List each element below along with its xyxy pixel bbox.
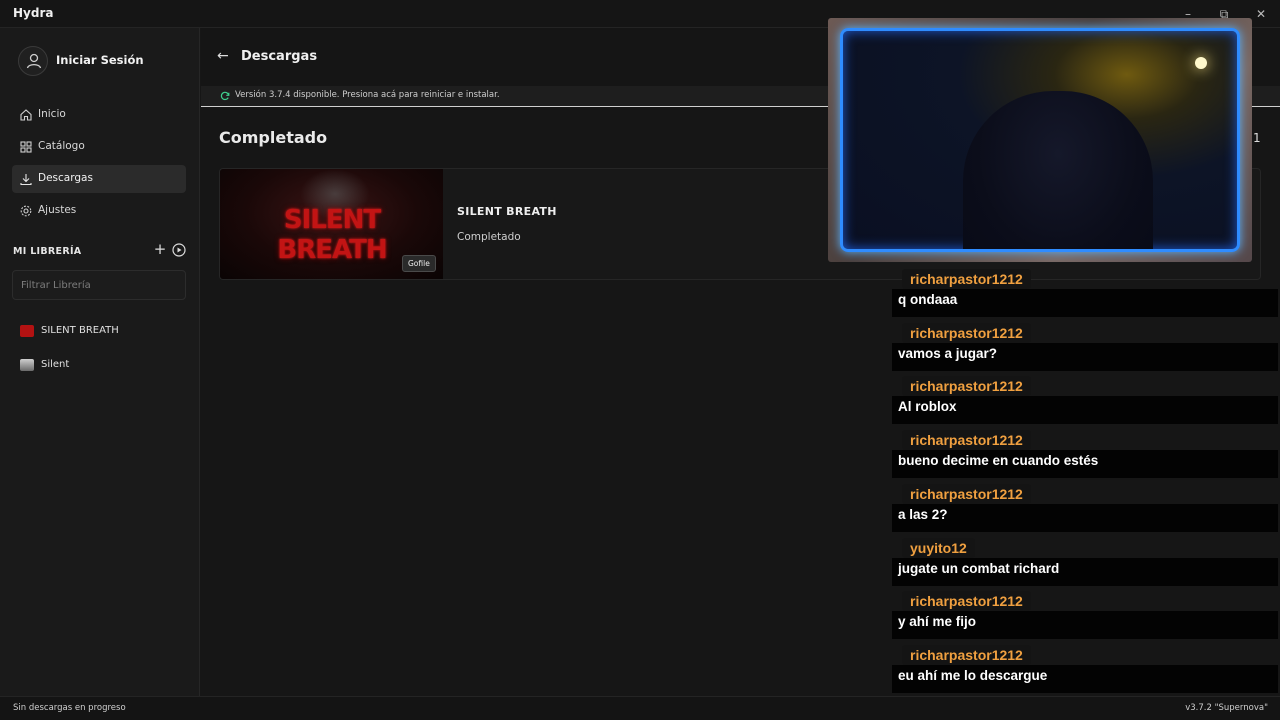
chat-message: richarpastor1212 eu ahí me lo descargue <box>892 645 1280 693</box>
library-item-label: SILENT BREATH <box>41 325 119 336</box>
chat-text: a las 2? <box>898 507 948 522</box>
webcam-overlay <box>828 18 1252 262</box>
chat-username: richarpastor1212 <box>902 430 1031 450</box>
sync-icon <box>220 91 230 101</box>
chat-text: Al roblox <box>898 399 957 414</box>
chat-username: richarpastor1212 <box>902 323 1031 343</box>
chat-username: richarpastor1212 <box>902 645 1031 665</box>
library-item-label: Silent <box>41 359 70 370</box>
chat-username: richarpastor1212 <box>902 591 1031 611</box>
chat-username: richarpastor1212 <box>902 269 1031 289</box>
nav-label: Ajustes <box>38 204 77 216</box>
download-status: Completado <box>457 231 521 243</box>
gear-icon <box>20 205 32 217</box>
chat-message: yuyito12 jugate un combat richard <box>892 538 1280 586</box>
home-icon <box>20 109 32 121</box>
chat-message: richarpastor1212 vamos a jugar? <box>892 323 1280 371</box>
chat-text: eu ahí me lo descargue <box>898 668 1048 683</box>
grid-icon <box>20 141 32 153</box>
library-filter-input[interactable] <box>12 270 186 300</box>
chat-username: richarpastor1212 <box>902 484 1031 504</box>
library-item-silent-breath[interactable]: SILENT BREATH <box>18 322 188 342</box>
status-bar: Sin descargas en progreso v3.7.2 "Supern… <box>0 696 1280 720</box>
sign-in-button[interactable]: Iniciar Sesión <box>16 46 186 76</box>
avatar <box>18 46 48 76</box>
nav-item-ajustes[interactable]: Ajustes <box>12 197 186 225</box>
webcam-lamp <box>1195 57 1207 69</box>
sidebar: Iniciar Sesión Inicio Catálogo Descargas… <box>0 28 200 696</box>
game-thumbnail <box>20 359 34 371</box>
section-title: Completado <box>219 128 328 147</box>
nav-label: Catálogo <box>38 140 85 152</box>
chat-text: vamos a jugar? <box>898 346 998 361</box>
chat-text: q ondaaa <box>898 292 958 307</box>
chat-message: richarpastor1212 q ondaaa <box>892 269 1280 317</box>
nav-label: Descargas <box>38 172 93 184</box>
chat-username: richarpastor1212 <box>902 376 1031 396</box>
add-game-button[interactable]: + <box>152 241 168 257</box>
chat-message: richarpastor1212 y ahí me fijo <box>892 591 1280 639</box>
chat-message-background <box>892 504 1278 532</box>
game-cover: SILENT BREATH Gofile <box>220 169 443 279</box>
source-badge: Gofile <box>402 255 436 272</box>
nav-item-inicio[interactable]: Inicio <box>12 101 186 129</box>
sign-in-label: Iniciar Sesión <box>56 53 144 67</box>
chat-message: richarpastor1212 Al roblox <box>892 376 1280 424</box>
back-arrow-icon[interactable]: ← <box>217 48 233 64</box>
library-item-silent[interactable]: Silent <box>18 356 188 376</box>
chat-text: jugate un combat richard <box>898 561 1060 576</box>
app-title: Hydra <box>13 6 54 20</box>
game-thumbnail <box>20 325 34 337</box>
chat-text: bueno decime en cuando estés <box>898 453 1099 468</box>
user-icon <box>26 53 42 69</box>
download-name: SILENT BREATH <box>457 205 557 218</box>
nav-item-descargas[interactable]: Descargas <box>12 165 186 193</box>
play-circle-icon[interactable] <box>172 243 186 257</box>
nav-label: Inicio <box>38 108 66 120</box>
chat-message: richarpastor1212 a las 2? <box>892 484 1280 532</box>
nav-item-catalogo[interactable]: Catálogo <box>12 133 186 161</box>
chat-username: yuyito12 <box>902 538 975 558</box>
status-left: Sin descargas en progreso <box>13 703 126 713</box>
app-version: v3.7.2 "Supernova" <box>1185 703 1268 713</box>
library-heading: MI LIBRERÍA <box>13 246 82 257</box>
chat-text: y ahí me fijo <box>898 614 977 629</box>
webcam-feed <box>840 28 1240 252</box>
chat-message: richarpastor1212 bueno decime en cuando e… <box>892 430 1280 478</box>
section-count: 1 <box>1253 131 1261 145</box>
download-icon <box>20 174 32 186</box>
webcam-person <box>963 91 1153 249</box>
update-banner-text: Versión 3.7.4 disponible. Presiona acá p… <box>235 90 500 100</box>
page-title: Descargas <box>241 49 318 64</box>
